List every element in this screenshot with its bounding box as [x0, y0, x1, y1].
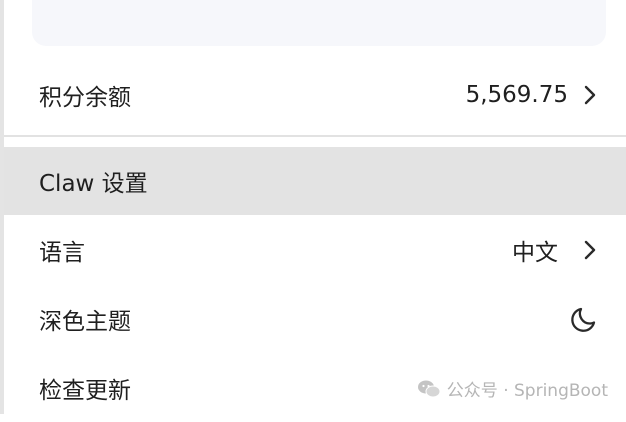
dark-theme-label: 深色主题	[39, 309, 131, 335]
language-label: 语言	[39, 240, 85, 266]
credits-row[interactable]: 积分余额 5,569.75	[4, 62, 626, 128]
top-card	[32, 0, 606, 46]
section-divider	[4, 135, 626, 137]
claw-settings-row[interactable]: Claw 设置	[4, 147, 626, 215]
wechat-icon	[417, 380, 441, 397]
watermark-text: 公众号 · SpringBoot	[446, 381, 608, 401]
claw-settings-label: Claw 设置	[39, 171, 148, 197]
language-row[interactable]: 语言 中文	[4, 216, 626, 284]
credits-label: 积分余额	[39, 85, 131, 111]
moon-icon[interactable]	[570, 305, 598, 333]
chevron-right-icon	[584, 240, 596, 260]
watermark: 公众号 · SpringBoot	[417, 376, 608, 401]
dark-theme-row[interactable]: 深色主题	[4, 285, 626, 353]
language-value: 中文	[512, 240, 558, 266]
credits-value: 5,569.75	[465, 82, 568, 108]
chevron-right-icon	[584, 85, 596, 105]
